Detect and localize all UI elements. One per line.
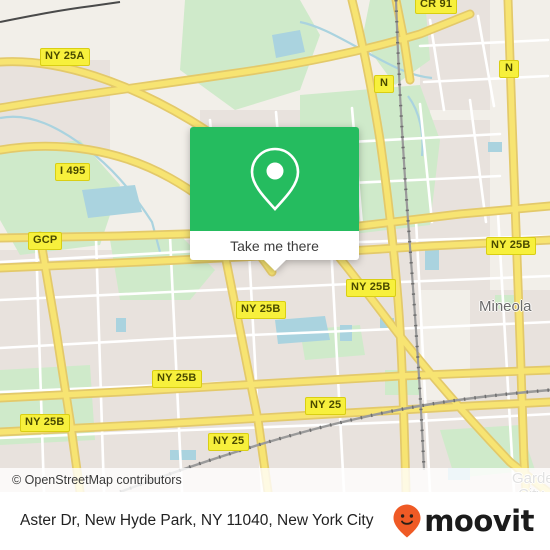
- attribution-text[interactable]: © OpenStreetMap contributors: [12, 473, 182, 487]
- road-shield: NY 25B: [152, 370, 202, 388]
- footer-bar: Aster Dr, New Hyde Park, NY 11040, New Y…: [0, 492, 550, 550]
- road-shield: I 495: [55, 163, 91, 181]
- moovit-map-screen: NY 25A CR 91 N N I 495 GCP NY 25B NY 25B…: [0, 0, 550, 550]
- address-label: Aster Dr, New Hyde Park, NY 11040, New Y…: [20, 512, 374, 529]
- callout-footer[interactable]: Take me there: [190, 231, 359, 271]
- moovit-brand[interactable]: moovit: [392, 503, 534, 539]
- road-shield: NY 25B: [236, 301, 286, 319]
- location-callout[interactable]: Take me there: [190, 127, 359, 271]
- road-shield: NY 25B: [20, 414, 70, 432]
- road-shield: NY 25: [208, 433, 250, 451]
- place-label-mineola: Mineola: [479, 298, 532, 315]
- road-shield: N: [499, 60, 520, 78]
- callout-header: [190, 127, 359, 231]
- road-shield: NY 25: [305, 397, 347, 415]
- road-shield: CR 91: [415, 0, 458, 14]
- map-pin-icon: [250, 147, 299, 211]
- callout-pointer-tail: [263, 260, 286, 271]
- moovit-smiley-pin-icon: [393, 504, 421, 538]
- map-attribution-bar: © OpenStreetMap contributors: [0, 468, 550, 492]
- road-shield: NY 25B: [346, 279, 396, 297]
- map-canvas[interactable]: NY 25A CR 91 N N I 495 GCP NY 25B NY 25B…: [0, 0, 550, 492]
- road-shield: NY 25B: [486, 237, 536, 255]
- road-shield: GCP: [28, 232, 63, 250]
- moovit-wordmark: moovit: [424, 503, 534, 538]
- take-me-there-label: Take me there: [230, 237, 319, 254]
- road-shield: NY 25A: [40, 48, 90, 66]
- road-shield: N: [374, 75, 395, 93]
